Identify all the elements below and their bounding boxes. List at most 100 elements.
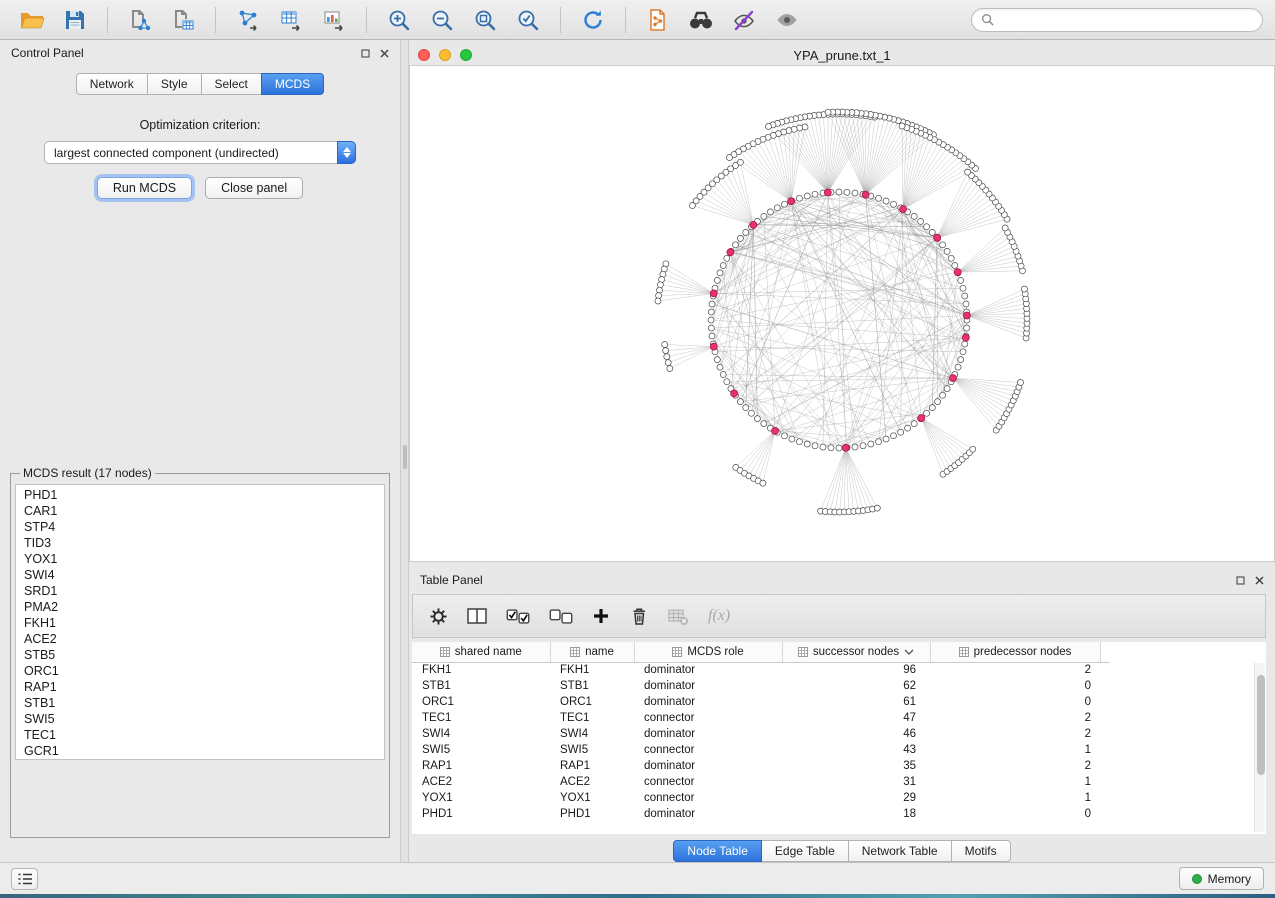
tab-style[interactable]: Style: [147, 73, 202, 95]
tab-node-table[interactable]: Node Table: [673, 840, 762, 862]
zoom-selected-button[interactable]: [508, 4, 548, 36]
column-header-name[interactable]: name: [550, 642, 634, 662]
close-panel-action-button[interactable]: Close panel: [205, 177, 303, 199]
mcds-result-item[interactable]: FKH1: [16, 615, 384, 631]
close-table-panel-button[interactable]: [1255, 576, 1264, 585]
create-column-button[interactable]: [592, 607, 610, 625]
mcds-result-item[interactable]: STB1: [16, 695, 384, 711]
apply-layout-button[interactable]: [573, 4, 613, 36]
cell-shared-name: RAP1: [412, 758, 550, 774]
close-traffic-light-icon[interactable]: [418, 49, 430, 61]
show-columns-button[interactable]: [467, 607, 487, 625]
run-mcds-button[interactable]: Run MCDS: [97, 177, 192, 199]
criterion-dropdown[interactable]: largest connected component (undirected): [44, 141, 356, 164]
select-all-columns-button[interactable]: [506, 609, 530, 624]
clone-network-button[interactable]: [228, 4, 268, 36]
tab-select[interactable]: Select: [201, 73, 262, 95]
mcds-result-item[interactable]: CAR1: [16, 503, 384, 519]
table-row[interactable]: STB1STB1dominator620: [412, 678, 1110, 694]
float-table-panel-button[interactable]: [1236, 576, 1245, 585]
column-grid-icon: [798, 647, 808, 657]
export-image-button[interactable]: [314, 4, 354, 36]
show-all-button[interactable]: [767, 4, 807, 36]
import-table-button[interactable]: [163, 4, 203, 36]
tab-network[interactable]: Network: [76, 73, 148, 95]
mcds-result-item[interactable]: PHD1: [16, 487, 384, 503]
delete-column-button[interactable]: [629, 606, 649, 626]
tab-edge-table[interactable]: Edge Table: [761, 840, 849, 862]
table-row[interactable]: SWI5SWI5connector431: [412, 742, 1110, 758]
minimize-traffic-light-icon[interactable]: [439, 49, 451, 61]
share-session-button[interactable]: [638, 4, 678, 36]
search-input[interactable]: [1000, 13, 1253, 27]
cell-mcds-role: connector: [634, 774, 782, 790]
table-row[interactable]: PHD1PHD1dominator180: [412, 806, 1110, 822]
table-row[interactable]: FKH1FKH1dominator962: [412, 662, 1110, 678]
tab-motifs[interactable]: Motifs: [951, 840, 1011, 862]
mcds-result-item[interactable]: SWI4: [16, 567, 384, 583]
mcds-result-item[interactable]: ACE2: [16, 631, 384, 647]
column-header-successor-nodes[interactable]: successor nodes: [782, 642, 930, 662]
column-header-predecessor-nodes[interactable]: predecessor nodes: [930, 642, 1100, 662]
column-header-shared-name[interactable]: shared name: [412, 642, 550, 662]
cell-shared-name: ACE2: [412, 774, 550, 790]
plus-icon: [592, 607, 610, 625]
save-icon: [64, 9, 86, 31]
mcds-result-list[interactable]: PHD1CAR1STP4TID3YOX1SWI4SRD1PMA2FKH1ACE2…: [15, 484, 385, 760]
mcds-result-item[interactable]: YOX1: [16, 551, 384, 567]
mcds-result-item[interactable]: STB5: [16, 647, 384, 663]
close-panel-button[interactable]: [380, 49, 389, 58]
zoom-fit-icon: [473, 8, 497, 32]
zoom-out-icon: [430, 8, 454, 32]
mcds-result-item[interactable]: PMA2: [16, 599, 384, 615]
maximize-traffic-light-icon[interactable]: [460, 49, 472, 61]
unselect-all-columns-button[interactable]: [549, 609, 573, 624]
table-scrollbar[interactable]: [1254, 663, 1265, 832]
save-session-button[interactable]: [55, 4, 95, 36]
zoom-fit-button[interactable]: [465, 4, 505, 36]
node-table-container: shared name name MCDS role successor nod…: [412, 642, 1266, 834]
tab-mcds[interactable]: MCDS: [261, 73, 324, 95]
cell-mcds-role: dominator: [634, 662, 782, 678]
table-row[interactable]: ORC1ORC1dominator610: [412, 694, 1110, 710]
table-row[interactable]: RAP1RAP1dominator352: [412, 758, 1110, 774]
panel-divider[interactable]: [400, 40, 409, 862]
cell-mcds-role: dominator: [634, 806, 782, 822]
zoom-out-button[interactable]: [422, 4, 462, 36]
open-file-button[interactable]: [12, 4, 52, 36]
cell-shared-name: ORC1: [412, 694, 550, 710]
mcds-result-item[interactable]: TEC1: [16, 727, 384, 743]
tab-network-table[interactable]: Network Table: [848, 840, 952, 862]
table-row[interactable]: ACE2ACE2connector311: [412, 774, 1110, 790]
scrollbar-thumb[interactable]: [1257, 675, 1265, 775]
panel-list-button[interactable]: [11, 868, 38, 890]
column-grid-icon: [440, 647, 450, 657]
table-settings-button[interactable]: [429, 607, 448, 626]
columns-icon: [467, 607, 487, 625]
memory-button[interactable]: Memory: [1179, 867, 1264, 890]
network-canvas[interactable]: [409, 65, 1275, 562]
table-row[interactable]: TEC1TEC1connector472: [412, 710, 1110, 726]
mcds-result-item[interactable]: SWI5: [16, 711, 384, 727]
cell-predecessors: 1: [930, 774, 1100, 790]
mcds-result-item[interactable]: ORC1: [16, 663, 384, 679]
table-row[interactable]: YOX1YOX1connector291: [412, 790, 1110, 806]
mcds-result-item[interactable]: SRD1: [16, 583, 384, 599]
status-bar: Memory: [0, 862, 1275, 894]
apply-layout-icon: [581, 8, 605, 32]
float-panel-button[interactable]: [361, 49, 370, 58]
divider-handle-icon: [403, 445, 407, 469]
column-header-mcds-role[interactable]: MCDS role: [634, 642, 782, 662]
export-table-button[interactable]: [271, 4, 311, 36]
zoom-in-button[interactable]: [379, 4, 419, 36]
mcds-result-item[interactable]: RAP1: [16, 679, 384, 695]
cell-mcds-role: dominator: [634, 678, 782, 694]
import-network-button[interactable]: [120, 4, 160, 36]
hide-selection-button[interactable]: [724, 4, 764, 36]
node-table: shared name name MCDS role successor nod…: [412, 642, 1110, 822]
table-row[interactable]: SWI4SWI4dominator462: [412, 726, 1110, 742]
find-button[interactable]: [681, 4, 721, 36]
mcds-result-item[interactable]: TID3: [16, 535, 384, 551]
mcds-result-item[interactable]: STP4: [16, 519, 384, 535]
mcds-result-item[interactable]: GCR1: [16, 743, 384, 759]
